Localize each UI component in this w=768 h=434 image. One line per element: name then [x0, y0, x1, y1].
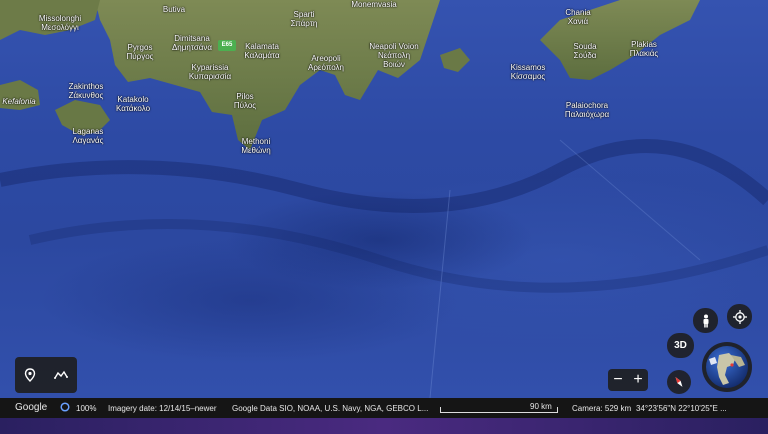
label-kissamos: Kissamos Κίσσαμος	[510, 63, 546, 81]
label-plakias: Plakias Πλακιάς	[629, 40, 659, 58]
label-zakinthos: Zakinthos Ζάκυνθος	[68, 82, 104, 100]
3d-button[interactable]: 3D	[667, 333, 694, 358]
label-katakolo: Katakolo Κατάκολο	[115, 95, 151, 113]
loading-ring-icon	[60, 402, 70, 414]
street-view-button[interactable]	[693, 308, 718, 333]
pegman-icon	[701, 314, 711, 328]
crete-island	[540, 0, 700, 80]
compass-button[interactable]	[667, 370, 691, 394]
label-methoni: Methoni Μεθώνη	[241, 137, 271, 155]
label-kalamata: Kalamata Καλαμάτα	[244, 42, 280, 60]
globe-icon	[705, 345, 749, 389]
coordinates: 34°23'56"N 22°10'25"E ...	[636, 404, 727, 413]
label-laganas: Laganas Λαγανάς	[72, 127, 104, 145]
scale-label: 90 km	[530, 402, 552, 411]
label-palaiochora: Palaiochora Παλαιόχωρα	[564, 101, 610, 119]
label-missolonghi: Missolonghi Μεσολόγγι	[38, 14, 82, 32]
label-butiva: Butiva	[162, 5, 186, 14]
label-kyparissia: Kyparissia Κυπαρισσία	[188, 63, 232, 81]
desktop-background-strip	[0, 418, 768, 434]
google-brand: Google	[15, 402, 48, 413]
zoom-controls: − +	[608, 369, 648, 391]
label-dimitsana: Dimitsana Δημητσάνα	[171, 34, 213, 52]
compass-icon	[672, 375, 686, 389]
data-attribution[interactable]: Google Data SIO, NOAA, U.S. Navy, NGA, G…	[232, 404, 428, 413]
place-marker-icon[interactable]	[24, 368, 36, 382]
map-canvas[interactable]: Missolonghi Μεσολόγγι Butiva Sparti Σπάρτη…	[0, 0, 768, 398]
label-souda: Souda Σούδα	[573, 42, 597, 60]
road-shield-e65: E65	[218, 40, 236, 51]
path-icon[interactable]	[54, 370, 68, 380]
label-areopoli: Areopoli Αρεόπολη	[308, 54, 344, 72]
location-button[interactable]	[727, 304, 752, 329]
loading-percent: 100%	[76, 404, 97, 413]
my-location-icon	[732, 309, 747, 324]
zoom-in-button[interactable]: +	[633, 371, 642, 389]
camera-altitude: Camera: 529 km	[572, 404, 632, 413]
label-pyrgos: Pyrgos Πύργος	[126, 43, 154, 61]
imagery-date: Imagery date: 12/14/15–newer	[108, 404, 217, 413]
label-pilos: Pilos Πύλος	[233, 92, 257, 110]
zoom-out-button[interactable]: −	[613, 371, 622, 389]
label-kefalonia: Kefalonia	[2, 97, 36, 106]
tool-box	[15, 357, 77, 393]
label-monemvasia: Monemvasia	[351, 0, 397, 9]
label-chania: Chania Χανιά	[565, 8, 591, 26]
status-bar: Google 100% Imagery date: 12/14/15–newer…	[0, 398, 768, 418]
peloponnese-land	[95, 0, 440, 150]
globe-button[interactable]	[702, 342, 752, 392]
kythira-island	[440, 48, 470, 72]
label-neapoli: Neapoli Voion Νεάπολη Βοιών	[369, 42, 419, 69]
label-sparti: Sparti Σπάρτη	[290, 10, 318, 28]
